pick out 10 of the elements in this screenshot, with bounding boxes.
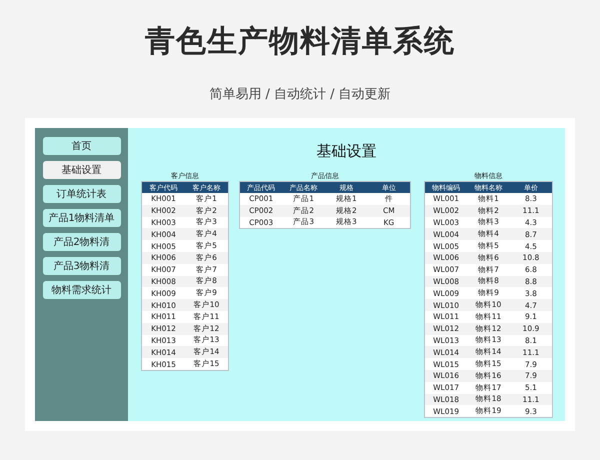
sidebar-item[interactable]: 产品1物料清单 [42,209,120,227]
page-title: 青色生产物料清单系统 [145,23,455,61]
sidebar-item[interactable]: 物料需求统计 [42,281,120,299]
page-subtitle: 简单易用 / 自动统计 / 自动更新 [209,86,391,104]
sidebar-item[interactable]: 基础设置 [42,161,120,179]
sidebar-item[interactable]: 产品3物料清 [42,257,120,275]
sidebar-item[interactable]: 订单统计表 [42,185,120,203]
sidebar-item[interactable]: 产品2物料清 [42,233,120,251]
sidebar-item[interactable]: 首页 [42,137,120,155]
section-heading: 基础设置 [316,141,378,161]
